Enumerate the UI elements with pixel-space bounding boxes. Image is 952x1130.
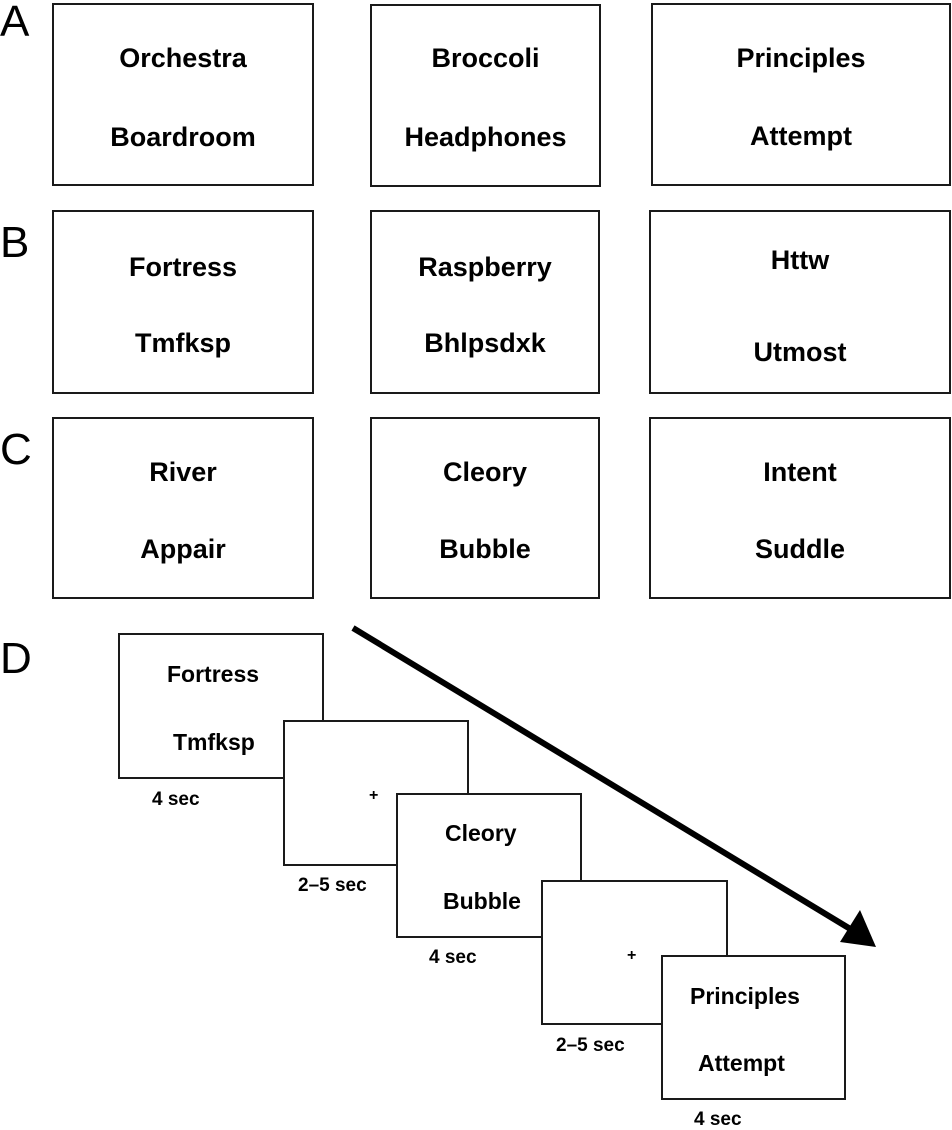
stimulus-box-c3: Intent Suddle — [649, 417, 951, 599]
word-bottom: Headphones — [404, 122, 567, 152]
word-bottom: Tmfksp — [134, 328, 232, 358]
word-top: Cleory — [442, 457, 528, 487]
word-top: Principles — [736, 43, 866, 73]
stimulus-box-a2: Broccoli Headphones — [370, 4, 601, 187]
stimulus-box-b2: Raspberry Bhlpsdxk — [370, 210, 600, 394]
duration-label-4: 2–5 sec — [556, 1035, 625, 1056]
stimulus-box-c2: Cleory Bubble — [370, 417, 600, 599]
word-top: River — [149, 457, 217, 487]
word-bottom: Attempt — [750, 121, 852, 151]
fixation-cross: + — [627, 947, 637, 964]
word-top: Fortress — [167, 661, 260, 687]
word-bottom: Bubble — [443, 888, 521, 914]
word-top: Principles — [690, 983, 800, 1009]
duration-label-5: 4 sec — [694, 1109, 742, 1130]
panel-label-b: B — [0, 218, 30, 267]
word-bottom: Suddle — [754, 534, 845, 564]
word-top: Cleory — [445, 820, 517, 846]
word-top: Httw — [770, 245, 830, 275]
word-bottom: Tmfksp — [173, 729, 255, 755]
word-top: Orchestra — [119, 43, 247, 73]
stimulus-box-c1: River Appair — [52, 417, 314, 599]
fixation-cross: + — [369, 787, 379, 804]
word-bottom: Appair — [140, 534, 226, 564]
word-bottom: Bhlpsdxk — [424, 328, 546, 358]
word-top: Raspberry — [418, 252, 552, 282]
word-top: Fortress — [128, 252, 238, 282]
word-bottom: Attempt — [698, 1050, 785, 1076]
stimulus-box-b3: Httw Utmost — [649, 210, 951, 394]
trial-stimulus-box-3: Principles Attempt — [661, 955, 846, 1100]
word-bottom: Boardroom — [110, 122, 256, 152]
duration-label-1: 4 sec — [152, 789, 200, 810]
panel-label-d: D — [0, 634, 32, 683]
word-bottom: Bubble — [439, 534, 531, 564]
time-arrow-head — [840, 910, 876, 947]
word-top: Intent — [763, 457, 837, 487]
stimulus-box-a3: Principles Attempt — [651, 3, 951, 186]
stimulus-box-a1: Orchestra Boardroom — [52, 3, 314, 186]
stimulus-box-b1: Fortress Tmfksp — [52, 210, 314, 394]
panel-label-a: A — [0, 0, 30, 46]
panel-label-c: C — [0, 425, 32, 474]
word-bottom: Utmost — [753, 337, 847, 367]
duration-label-3: 4 sec — [429, 947, 477, 968]
duration-label-2: 2–5 sec — [298, 875, 367, 896]
word-top: Broccoli — [431, 43, 540, 73]
